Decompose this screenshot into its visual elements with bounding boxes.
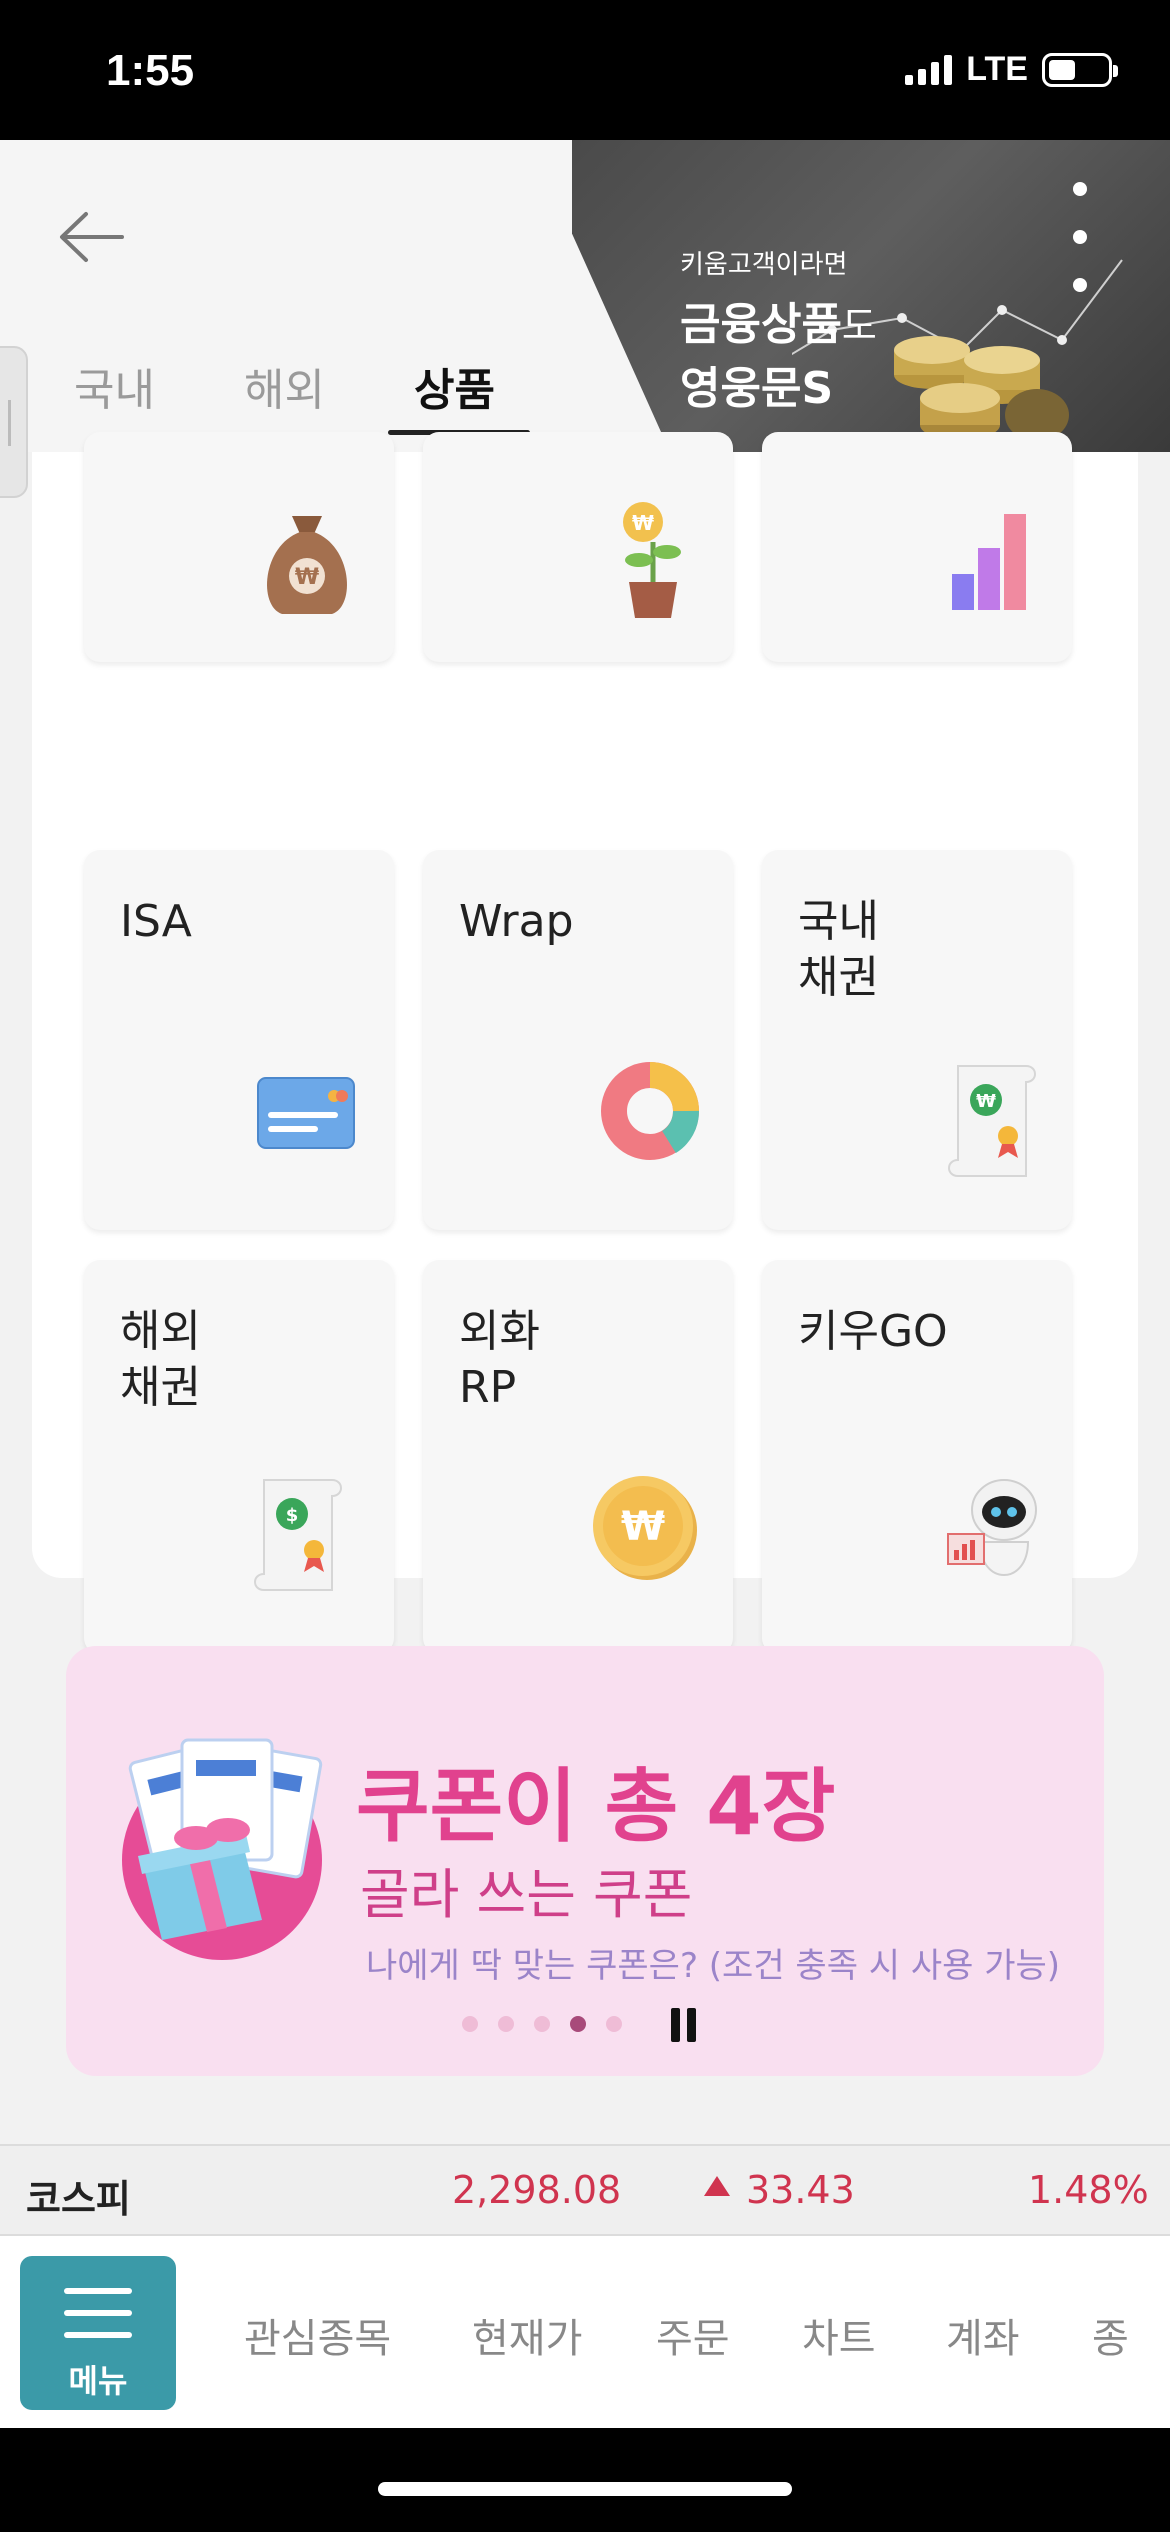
- product-card-label: 국내 채권: [798, 896, 879, 1003]
- robot-icon: [947, 1479, 1037, 1576]
- banner-line3: 영웅문S: [680, 363, 834, 414]
- banner-line2-bold: 금융상품: [680, 299, 842, 350]
- nav-more-partial[interactable]: 종: [1092, 2306, 1129, 2364]
- credit-card-icon: [257, 1077, 355, 1149]
- money-bag-icon: ₩: [267, 516, 347, 614]
- svg-text:₩: ₩: [632, 511, 654, 535]
- side-drawer-handle[interactable]: [0, 346, 28, 498]
- pause-icon[interactable]: [666, 2008, 700, 2042]
- banner-line1: 키움고객이라면: [680, 250, 848, 280]
- product-card-partial-2[interactable]: ₩: [423, 432, 733, 662]
- product-card-label: ISA: [120, 896, 192, 947]
- status-bar: 1:55 LTE: [0, 0, 1170, 140]
- banner-line2-light: 도: [841, 304, 877, 348]
- product-card-wrap[interactable]: Wrap: [423, 850, 733, 1230]
- page-dot[interactable]: [606, 2016, 622, 2032]
- dollar-certificate-icon: $: [254, 1479, 342, 1591]
- svg-text:₩: ₩: [976, 1091, 996, 1112]
- product-card-label: 키우GO: [798, 1306, 948, 1357]
- nav-account[interactable]: 계좌: [946, 2306, 1020, 2364]
- product-card-overseas-bond[interactable]: 해외 채권 $: [84, 1260, 394, 1654]
- back-arrow-icon[interactable]: [56, 202, 126, 272]
- nav-current-price[interactable]: 현재가: [472, 2306, 582, 2364]
- carousel-page-indicator: [462, 2016, 622, 2032]
- donut-chart-icon: [601, 1062, 699, 1160]
- banner-line2: 금융상품도: [680, 288, 877, 352]
- up-triangle-icon: [704, 2176, 730, 2196]
- coupon-description: 나에게 딱 맞는 쿠폰은? (조건 충족 시 사용 가능): [366, 1946, 1061, 1986]
- product-card-domestic-bond[interactable]: 국내 채권 ₩: [762, 850, 1072, 1230]
- nav-order[interactable]: 주문: [656, 2306, 730, 2364]
- svg-text:$: $: [286, 1505, 299, 1526]
- tab-products[interactable]: 상품: [414, 354, 584, 426]
- index-value: 2,298.08: [452, 2168, 622, 2212]
- page-dot[interactable]: [498, 2016, 514, 2032]
- page-dot[interactable]: [534, 2016, 550, 2032]
- won-certificate-icon: ₩: [948, 1065, 1036, 1177]
- coupon-subtitle: 골라 쓰는 쿠폰: [360, 1863, 693, 1926]
- gift-coupon-icon: [122, 1738, 323, 1960]
- product-card-partial-3[interactable]: [762, 432, 1072, 662]
- home-indicator-area: [0, 2428, 1170, 2532]
- coin-plant-icon: ₩: [623, 502, 681, 618]
- market-index-bar[interactable]: 코스피 2,298.08 33.43 1.48%: [0, 2144, 1170, 2236]
- product-card-label: 외화 RP: [459, 1306, 540, 1413]
- svg-text:₩: ₩: [295, 565, 319, 590]
- nav-watchlist[interactable]: 관심종목: [244, 2306, 391, 2364]
- product-card-partial-1[interactable]: ₩: [84, 432, 394, 662]
- bar-chart-icon: [952, 514, 1026, 610]
- market-tabs: 국내 해외 상품: [74, 354, 584, 426]
- status-time: 1:55: [106, 46, 195, 95]
- battery-icon: [1042, 52, 1118, 87]
- product-card-label: 해외 채권: [120, 1306, 201, 1413]
- header: 키움고객이라면 금융상품도 영웅문S 국내 해외 상품: [0, 140, 1170, 452]
- product-panel: ₩ ₩ ISA Wrap 국내 채권 ₩ 해외 채권 $ 외화 RP ₩ 키우G…: [32, 432, 1138, 1654]
- nav-chart[interactable]: 차트: [802, 2306, 876, 2364]
- signal-icon: [905, 54, 953, 85]
- index-percent: 1.48%: [1028, 2168, 1149, 2212]
- hamburger-icon: [64, 2288, 132, 2338]
- page-dot-active[interactable]: [570, 2016, 586, 2032]
- coupon-title: 쿠폰이 총 4장: [356, 1760, 836, 1853]
- svg-text:₩: ₩: [621, 1504, 665, 1550]
- index-name: 코스피: [26, 2177, 131, 2221]
- tab-domestic[interactable]: 국내: [74, 354, 244, 426]
- product-card-kiwoo-go[interactable]: 키우GO: [762, 1260, 1072, 1654]
- app-screen: 키움고객이라면 금융상품도 영웅문S 국내 해외 상품 ₩ ₩ ISA Wrap…: [0, 140, 1170, 2428]
- bottom-nav: 메뉴 관심종목 현재가 주문 차트 계좌 종: [0, 2236, 1170, 2428]
- coupon-banner[interactable]: 쿠폰이 총 4장 골라 쓰는 쿠폰 나에게 딱 맞는 쿠폰은? (조건 충족 시…: [66, 1646, 1104, 2076]
- product-card-fx-rp[interactable]: 외화 RP ₩: [423, 1260, 733, 1654]
- page-dot[interactable]: [462, 2016, 478, 2032]
- product-card-isa[interactable]: ISA: [84, 850, 394, 1230]
- home-indicator[interactable]: [378, 2482, 792, 2496]
- menu-button[interactable]: 메뉴: [20, 2256, 176, 2410]
- more-vertical-icon[interactable]: [1060, 182, 1100, 292]
- network-type: LTE: [966, 50, 1028, 88]
- index-change: 33.43: [746, 2168, 855, 2212]
- tab-overseas[interactable]: 해외: [244, 354, 414, 426]
- product-card-label: Wrap: [459, 896, 574, 947]
- won-coin-icon: ₩: [593, 1476, 697, 1580]
- menu-label: 메뉴: [68, 2362, 128, 2400]
